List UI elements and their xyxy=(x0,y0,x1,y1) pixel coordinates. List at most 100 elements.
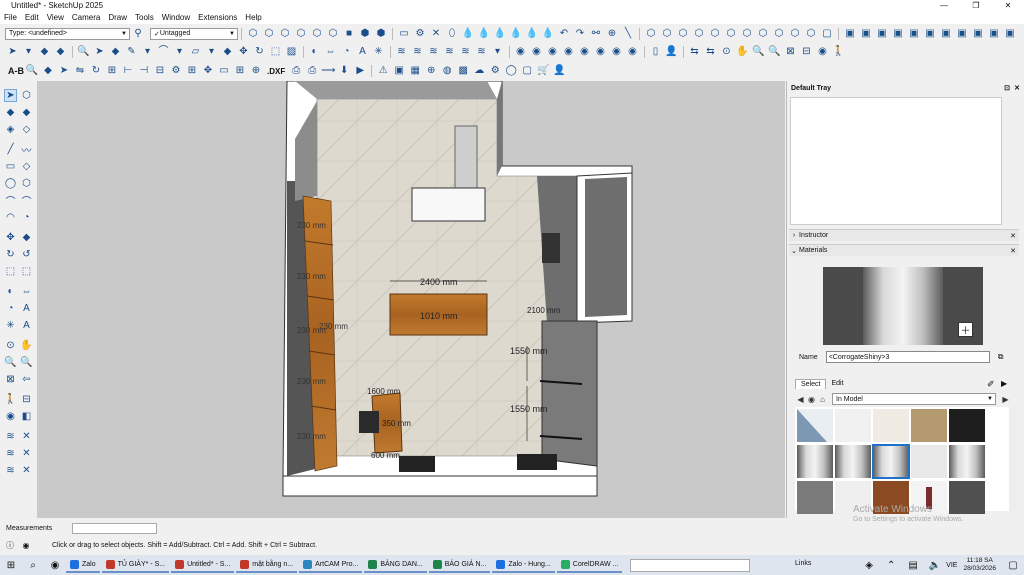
document-icon[interactable]: ▯ xyxy=(649,45,662,58)
frame-icon[interactable]: ▣ xyxy=(393,65,406,78)
align-icon[interactable]: ⊞ xyxy=(106,65,119,78)
chevron-up-icon[interactable]: ⌃ xyxy=(883,557,899,573)
drop-icon[interactable]: 💧 xyxy=(510,27,523,40)
type-combo[interactable]: Type: <undefined> ▼ xyxy=(5,27,130,40)
3d-text-icon[interactable]: A xyxy=(20,319,33,332)
scene-icon[interactable]: ▣ xyxy=(892,27,905,40)
material-swatch[interactable] xyxy=(797,481,833,514)
front-view-icon[interactable]: ⬡ xyxy=(279,27,292,40)
credits-icon[interactable]: ◉ xyxy=(20,539,32,551)
close-icon[interactable]: ✕ xyxy=(1010,232,1016,240)
links-label[interactable]: Links xyxy=(795,560,811,567)
look-around-icon[interactable]: ◉ xyxy=(4,410,17,423)
rotated-rectangle-icon[interactable]: ◇ xyxy=(20,160,33,173)
material-swatch[interactable] xyxy=(949,409,985,442)
taskbar-app[interactable]: BÁO GIÁ N... xyxy=(428,557,491,573)
sandbox-icon[interactable]: ≋ xyxy=(427,45,440,58)
details-icon[interactable]: ▶ xyxy=(1000,394,1011,405)
move-icon[interactable]: ✥ xyxy=(237,45,250,58)
eraser-icon[interactable]: ◆ xyxy=(38,45,51,58)
cube-icon[interactable]: ⬡ xyxy=(805,27,818,40)
close-icon[interactable]: ✕ xyxy=(1010,247,1016,255)
materials-scrollbar[interactable] xyxy=(1009,407,1017,511)
tab-edit[interactable]: Edit xyxy=(826,379,848,389)
volume-icon[interactable]: 🔈 xyxy=(927,557,943,573)
forward-icon[interactable]: ◉ xyxy=(806,394,817,405)
material-swatch[interactable] xyxy=(797,445,833,478)
material-swatch[interactable] xyxy=(911,409,947,442)
scene-icon[interactable]: ▣ xyxy=(940,27,953,40)
rectangle-icon[interactable]: ▱ xyxy=(189,45,202,58)
taskbar-app[interactable]: Zalo xyxy=(66,557,100,573)
material-swatch[interactable] xyxy=(835,445,871,478)
play-icon[interactable]: ▶ xyxy=(354,65,367,78)
polygon-icon[interactable]: ⬡ xyxy=(20,177,33,190)
chevron-down-icon[interactable]: ▾ xyxy=(205,45,218,58)
dxf-export-label[interactable]: .DXF xyxy=(267,67,285,76)
select-arrow-icon[interactable]: ➤ xyxy=(58,65,71,78)
back-icon[interactable]: ◀ xyxy=(795,394,806,405)
cube-icon[interactable]: ⬡ xyxy=(789,27,802,40)
notification-icon[interactable]: ▢ xyxy=(1005,557,1021,573)
language-indicator[interactable]: VIE xyxy=(946,562,957,569)
zalo-tray-icon[interactable]: ◈ xyxy=(861,557,877,573)
diamond-icon[interactable]: ◆ xyxy=(42,65,55,78)
link-icon[interactable]: ⚯ xyxy=(590,27,603,40)
search-icon[interactable]: ⌕ xyxy=(25,557,41,573)
eraser-icon[interactable]: ◇ xyxy=(20,123,33,136)
measurements-field[interactable] xyxy=(72,522,157,534)
xray-icon[interactable]: ■ xyxy=(343,27,356,40)
material-swatch[interactable] xyxy=(835,409,871,442)
camera-icon[interactable]: ⇆ xyxy=(688,45,701,58)
drop-icon[interactable]: 💧 xyxy=(494,27,507,40)
undo-icon[interactable]: ↶ xyxy=(558,27,571,40)
look-around-icon[interactable]: ◉ xyxy=(816,45,829,58)
solid-icon[interactable]: ◉ xyxy=(546,45,559,58)
menu-draw[interactable]: Draw xyxy=(104,13,131,22)
clock[interactable]: 11:18 SA 28/03/2026 xyxy=(963,557,996,573)
dimension-icon[interactable]: ⇔ xyxy=(324,45,337,58)
material-swatch[interactable] xyxy=(911,445,947,478)
scene-icon[interactable]: ▣ xyxy=(988,27,1001,40)
taskbar-app[interactable]: ArtCAM Pro... xyxy=(299,557,363,573)
model-viewport[interactable]: 2400 mm 1010 mm 230 mm 230 mm 230 mm 230… xyxy=(37,81,785,518)
menu-tools[interactable]: Tools xyxy=(131,13,158,22)
menu-extensions[interactable]: Extensions xyxy=(194,13,241,22)
menu-help[interactable]: Help xyxy=(241,13,265,22)
solid-icon[interactable]: ◉ xyxy=(562,45,575,58)
paint-bucket-icon[interactable]: ◆ xyxy=(4,106,17,119)
gear-icon[interactable]: ⚙ xyxy=(170,65,183,78)
home-icon[interactable]: ⌂ xyxy=(817,394,828,405)
left-view-icon[interactable]: ⬡ xyxy=(327,27,340,40)
chevron-down-icon[interactable]: ▾ xyxy=(173,45,186,58)
taskbar-app[interactable]: TỦ GIÀY* - S... xyxy=(101,557,170,573)
protractor-icon[interactable]: ◔ xyxy=(4,302,17,315)
sandbox-icon[interactable]: ✕ xyxy=(20,464,33,477)
redo-icon[interactable]: ↷ xyxy=(574,27,587,40)
zoom-window-icon[interactable]: 🔍 xyxy=(768,45,781,58)
tag-combo[interactable]: ✓ Untagged ▼ xyxy=(150,27,238,40)
component-icon[interactable]: ⬡ xyxy=(20,89,33,102)
windows-start-icon[interactable]: ⊞ xyxy=(3,557,19,573)
network-icon[interactable]: ▤ xyxy=(905,557,921,573)
scene-icon[interactable]: ▣ xyxy=(1004,27,1017,40)
taskbar-address-field[interactable] xyxy=(630,558,751,572)
sandbox-icon[interactable]: ≋ xyxy=(4,447,17,460)
previous-view-icon[interactable]: ⇦ xyxy=(20,373,33,386)
cube-icon[interactable]: ⬡ xyxy=(709,27,722,40)
zoom-window-icon[interactable]: 🔍 xyxy=(20,356,33,369)
taskbar-app[interactable]: BẢNG DAN... xyxy=(364,557,427,573)
table-icon[interactable]: ⊞ xyxy=(186,65,199,78)
sandbox-icon[interactable]: ≋ xyxy=(4,464,17,477)
gear-icon[interactable]: ⚙ xyxy=(414,27,427,40)
select-arrow-icon[interactable]: ➤ xyxy=(6,45,19,58)
cloud-icon[interactable]: ☁ xyxy=(473,65,486,78)
cube-icon[interactable]: ⬡ xyxy=(677,27,690,40)
pan-icon[interactable]: ✋ xyxy=(736,45,749,58)
move-icon[interactable]: ✥ xyxy=(4,231,17,244)
sandbox-icon[interactable]: ≋ xyxy=(4,430,17,443)
tab-select[interactable]: Select xyxy=(795,379,827,389)
scene-icon[interactable]: ▣ xyxy=(876,27,889,40)
drop-icon[interactable]: 💧 xyxy=(478,27,491,40)
solid-icon[interactable]: ◉ xyxy=(578,45,591,58)
